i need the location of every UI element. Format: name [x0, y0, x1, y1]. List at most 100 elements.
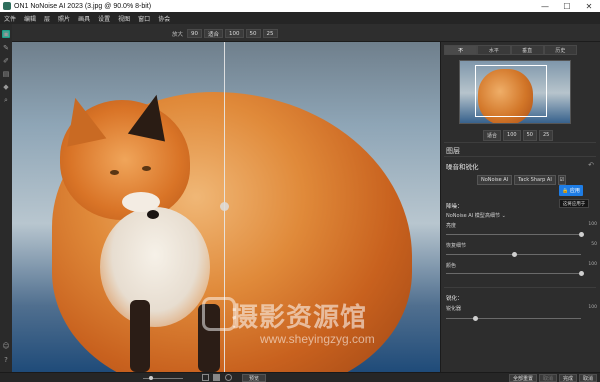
zoom-tool-icon[interactable]: ⌕	[2, 96, 10, 104]
fox-nose	[147, 210, 159, 219]
view-tool-icon[interactable]: ▣	[2, 30, 10, 38]
noise-sharpen-title: 噪音和锐化	[446, 163, 479, 171]
nonoise-ai-button[interactable]: NoNoise AI	[477, 175, 513, 185]
menu-bar: 文件 编辑 层 照片 画具 设置 视图 窗口 协会	[0, 12, 600, 24]
nav-fit-button[interactable]: 适合	[483, 130, 502, 141]
divider-handle[interactable]	[220, 202, 229, 211]
fox-snout	[122, 192, 160, 212]
menu-file[interactable]: 文件	[4, 14, 16, 23]
cancel-disabled-button[interactable]: 取消	[538, 374, 557, 382]
reset-all-button[interactable]: 全部重置	[508, 374, 537, 382]
menu-help[interactable]: 协会	[158, 14, 170, 23]
fox-ear-left	[57, 93, 107, 147]
slider-knob[interactable]	[579, 271, 584, 276]
zoom-50-button[interactable]: 50	[245, 29, 261, 38]
recover-detail-value[interactable]: 50	[591, 242, 597, 247]
top-toolbar: 放大 90 适合 100 50 25	[0, 24, 600, 42]
zoom-controls: 放大 90 适合 100 50 25	[172, 29, 278, 38]
users-icon[interactable]: ☺	[2, 342, 10, 350]
model-label: NoNoise AI 模型	[446, 213, 485, 219]
compare-icon[interactable]	[202, 374, 209, 381]
brush-size-slider[interactable]	[143, 376, 183, 380]
help-icon[interactable]: ?	[2, 356, 10, 364]
color-value[interactable]: 100	[588, 262, 597, 267]
watermark-logo	[202, 297, 236, 331]
denoise-header: 降噪：	[446, 204, 463, 210]
tab-vertical[interactable]: 垂直	[510, 45, 544, 55]
sharpener-slider[interactable]	[446, 316, 581, 321]
window-title: ON1 NoNoise AI 2023 (3.jpg @ 90.0% 8-bit…	[14, 2, 152, 10]
eye-icon[interactable]	[225, 374, 232, 381]
sharpen-header: 锐化：	[446, 296, 463, 302]
nav-50-button[interactable]: 50	[522, 130, 537, 141]
right-panel: 不 水平 垂直 历史 适合 100 50 25 图层 噪音和锐化 ↶ NoNoi…	[440, 42, 600, 372]
fox-eye-right	[142, 166, 151, 171]
close-button[interactable]: ✕	[578, 0, 600, 12]
luminance-slider[interactable]	[446, 232, 584, 237]
menu-brush[interactable]: 画具	[78, 14, 90, 23]
watermark-url: www.sheyingzyg.com	[260, 332, 375, 346]
fox-chest	[100, 207, 210, 327]
mask-icon[interactable]	[213, 374, 220, 381]
slider-knob[interactable]	[149, 376, 153, 380]
navigator-preview[interactable]	[459, 60, 571, 124]
nav-100-button[interactable]: 100	[503, 130, 521, 141]
menu-edit[interactable]: 编辑	[24, 14, 36, 23]
tab-history[interactable]: 历史	[543, 45, 577, 55]
minimize-button[interactable]: —	[534, 0, 556, 12]
slider-knob[interactable]	[473, 316, 478, 321]
slider-knob[interactable]	[579, 232, 584, 237]
divider	[444, 142, 596, 143]
title-bar: ON1 NoNoise AI 2023 (3.jpg @ 90.0% 8-bit…	[0, 0, 600, 12]
window-controls: — ☐ ✕	[534, 0, 600, 12]
eraser-tool-icon[interactable]: ◆	[2, 83, 10, 91]
apply-tooltip: 这将应用于	[559, 199, 589, 208]
divider	[444, 156, 596, 157]
layers-title[interactable]: 图层	[446, 146, 460, 156]
view-mode-tabs: 不 水平 垂直 历史	[444, 45, 577, 55]
cancel-button[interactable]: 取消	[578, 374, 597, 382]
status-bar: 预览 全部重置 取消 完成 取消	[0, 372, 600, 382]
gradient-tool-icon[interactable]: ▤	[2, 70, 10, 78]
zoom-100-button[interactable]: 100	[225, 29, 244, 38]
maximize-button[interactable]: ☐	[556, 0, 578, 12]
tab-horizontal[interactable]: 水平	[477, 45, 511, 55]
sharpener-value[interactable]: 100	[588, 305, 597, 310]
done-button[interactable]: 完成	[558, 374, 577, 382]
zoom-fit-button[interactable]: 适合	[204, 29, 224, 38]
recover-detail-slider[interactable]	[446, 252, 581, 257]
left-tool-strip: ▣ ✎ ✐ ▤ ◆ ⌕ ☺ ?	[0, 24, 12, 372]
reset-icon[interactable]: ↶	[588, 161, 594, 169]
navigator-viewport-box[interactable]	[475, 65, 547, 117]
divider	[444, 287, 596, 288]
pen-tool-icon[interactable]: ✐	[2, 57, 10, 65]
slider-knob[interactable]	[512, 252, 517, 257]
tack-sharp-ai-button[interactable]: Tack Sharp AI	[514, 175, 556, 185]
zoom-25-button[interactable]: 25	[262, 29, 278, 38]
color-label: 颜色	[446, 263, 457, 269]
bottom-actions: 全部重置 取消 完成 取消	[508, 373, 597, 382]
luminance-value[interactable]: 100	[588, 222, 597, 227]
fox-leg-front	[130, 300, 150, 372]
menu-layer[interactable]: 层	[44, 14, 50, 23]
sharpener-label: 锐化器	[446, 306, 462, 312]
app-icon	[3, 2, 11, 10]
menu-photo[interactable]: 照片	[58, 14, 70, 23]
nav-25-button[interactable]: 25	[538, 130, 554, 141]
preview-button[interactable]: 预览	[242, 374, 267, 382]
mode-checkbox[interactable]: ☑	[557, 175, 566, 185]
brush-tool-icon[interactable]: ✎	[2, 44, 10, 52]
fox-eye-left	[110, 170, 119, 175]
watermark-text: 摄影资源馆	[232, 303, 368, 333]
apply-button[interactable]: 🔒 应用	[559, 185, 583, 196]
image-canvas[interactable]: 摄影资源馆 www.sheyingzyg.com	[12, 42, 440, 372]
zoom-label: 放大	[172, 31, 184, 38]
navigator-zoom-buttons: 适合 100 50 25	[483, 130, 554, 141]
menu-window[interactable]: 窗口	[138, 14, 150, 23]
menu-view[interactable]: 视图	[118, 14, 130, 23]
color-slider[interactable]	[446, 271, 584, 276]
tab-none[interactable]: 不	[444, 45, 478, 55]
model-select[interactable]: 高细节 ⌄	[485, 212, 506, 219]
menu-settings[interactable]: 设置	[98, 14, 110, 23]
zoom-select[interactable]: 90	[187, 29, 203, 38]
